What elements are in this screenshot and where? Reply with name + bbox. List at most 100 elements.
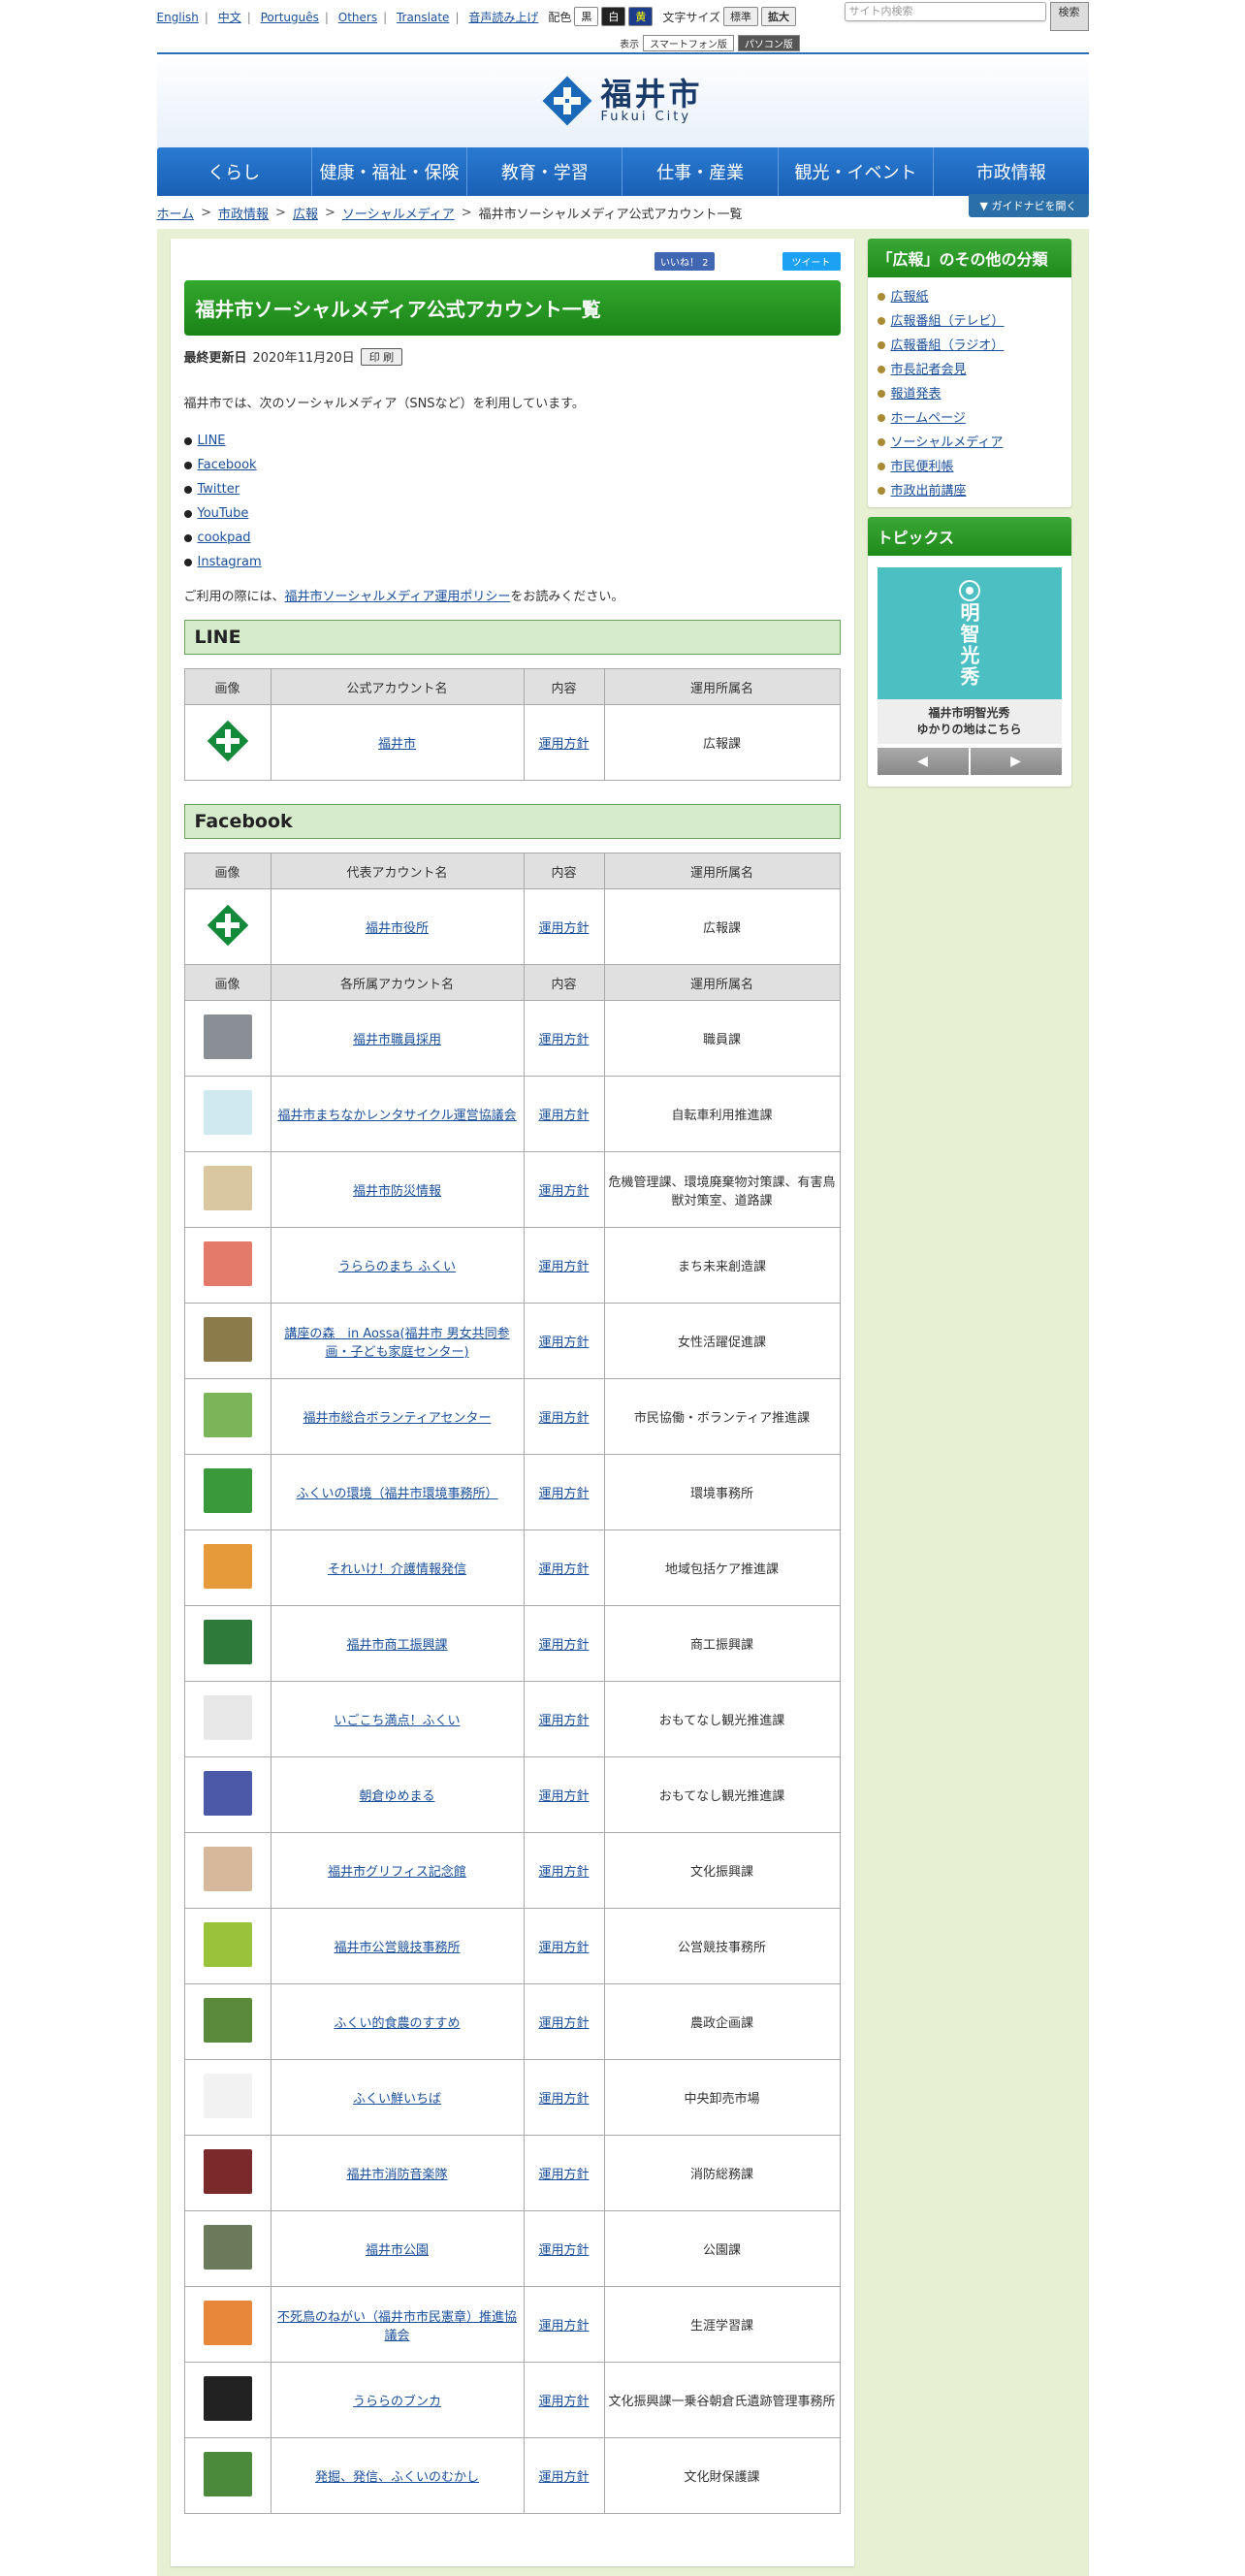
category-link[interactable]: 広報番組（テレビ） <box>891 314 1005 329</box>
account-link[interactable]: 福井市消防音楽隊 <box>346 2168 447 2182</box>
policy-link[interactable]: 運用方針 <box>538 1638 589 1653</box>
sns-link-instagram[interactable]: Instagram <box>198 555 262 569</box>
policy-link[interactable]: 運用方針 <box>538 2395 589 2409</box>
account-link[interactable]: うららのブンカ <box>353 2395 441 2409</box>
account-link[interactable]: うららのまち ふくい <box>338 1260 456 1274</box>
policy-link[interactable]: 運用方針 <box>538 1487 589 1501</box>
account-link[interactable]: 福井市役所 <box>366 921 429 936</box>
sns-link-cookpad[interactable]: cookpad <box>198 531 251 545</box>
color-black-button[interactable]: 黒 <box>574 7 599 26</box>
nav-education[interactable]: 教育・学習 <box>467 147 623 196</box>
site-logo[interactable]: 福井市 Fukui City <box>542 76 702 126</box>
policy-link[interactable]: 運用方針 <box>538 1562 589 1577</box>
smartphone-version-button[interactable]: スマートフォン版 <box>643 34 734 51</box>
search-button[interactable]: 検索 <box>1049 2 1089 31</box>
account-link[interactable]: 朝倉ゆめまる <box>359 1789 434 1804</box>
font-normal-button[interactable]: 標準 <box>723 7 758 26</box>
policy-link[interactable]: 運用方針 <box>538 2016 589 2031</box>
account-link[interactable]: ふくい的食農のすすめ <box>334 2016 460 2031</box>
account-link[interactable]: 福井市商工振興課 <box>346 1638 447 1653</box>
lang-others[interactable]: Others <box>338 11 377 24</box>
account-thumbnail <box>203 1240 252 1286</box>
sns-link-facebook[interactable]: Facebook <box>198 458 257 472</box>
account-name: 福井市公営競技事務所 <box>270 1908 525 1984</box>
policy-link[interactable]: 運用方針 <box>538 1789 589 1804</box>
policy-link[interactable]: 運用方針 <box>538 1941 589 1955</box>
color-white-button[interactable]: 白 <box>601 7 626 26</box>
account-link[interactable]: 講座の森 in Aossa(福井市 男女共同参画・子ども家庭センター) <box>284 1327 509 1360</box>
category-link[interactable]: 市民便利帳 <box>891 460 954 474</box>
policy-link[interactable]: 運用方針 <box>538 1714 589 1728</box>
breadcrumb-pr[interactable]: 広報 <box>293 204 318 222</box>
policy-link[interactable]: 運用方針 <box>538 921 589 936</box>
account-link[interactable]: 発掘、発信、ふくいのむかし <box>315 2470 479 2485</box>
department-cell: 中央卸売市場 <box>603 2059 841 2136</box>
breadcrumb-social-media[interactable]: ソーシャルメディア <box>342 204 455 222</box>
department-cell: 農政企画課 <box>603 1983 841 2060</box>
category-link[interactable]: 報道発表 <box>891 387 942 402</box>
account-link[interactable]: いごこち満点！ふくい <box>334 1714 460 1728</box>
search-input[interactable]: サイト内検索 <box>844 2 1046 21</box>
account-link[interactable]: それいけ！介護情報発信 <box>328 1562 466 1577</box>
policy-link[interactable]: 運用方針 <box>538 1336 589 1350</box>
policy-link[interactable]: 運用方針 <box>538 2243 589 2258</box>
policy-link[interactable]: 運用方針 <box>538 1260 589 1274</box>
color-yellow-button[interactable]: 黄 <box>628 7 654 26</box>
policy-link[interactable]: 運用方針 <box>538 2470 589 2485</box>
pc-version-button[interactable]: パソコン版 <box>737 34 800 51</box>
category-link[interactable]: ソーシャルメディア <box>891 435 1004 450</box>
slider-prev-button[interactable]: ◀ <box>877 748 969 775</box>
font-large-button[interactable]: 拡大 <box>761 7 796 26</box>
print-button[interactable]: 印 刷 <box>360 347 403 366</box>
policy-link[interactable]: 運用方針 <box>538 1109 589 1123</box>
account-link[interactable]: 福井市まちなかレンタサイクル運営協議会 <box>277 1109 516 1123</box>
nav-city-info[interactable]: 市政情報 <box>934 147 1088 196</box>
category-link[interactable]: 市政出前講座 <box>891 484 967 499</box>
content-cell: 運用方針 <box>523 1983 605 2060</box>
guide-navi-button[interactable]: ▼ ガイドナビを開く <box>968 194 1089 217</box>
policy-link[interactable]: 運用方針 <box>538 2168 589 2182</box>
voice-reading-link[interactable]: 音声読み上げ <box>468 11 538 24</box>
account-link[interactable]: 福井市グリフィス記念館 <box>328 1865 466 1880</box>
account-name: 講座の森 in Aossa(福井市 男女共同参画・子ども家庭センター) <box>270 1303 525 1379</box>
translate-link[interactable]: Translate <box>397 11 450 24</box>
sns-link-line[interactable]: LINE <box>198 434 226 448</box>
account-link[interactable]: 福井市公営競技事務所 <box>334 1941 460 1955</box>
account-link[interactable]: 福井市防災情報 <box>353 1184 441 1199</box>
tweet-button[interactable]: ツイート <box>782 252 841 271</box>
account-link[interactable]: 福井市職員採用 <box>353 1033 441 1047</box>
account-link[interactable]: ふくいの環境（福井市環境事務所） <box>296 1487 497 1501</box>
account-link[interactable]: 福井市総合ボランティアセンター <box>303 1411 492 1426</box>
nav-health-welfare[interactable]: 健康・福祉・保険 <box>312 147 468 196</box>
category-link[interactable]: 広報番組（ラジオ） <box>891 338 1005 353</box>
breadcrumb-home[interactable]: ホーム <box>157 204 195 222</box>
account-link[interactable]: ふくい鮮いちば <box>353 2092 441 2107</box>
category-link[interactable]: ホームページ <box>891 411 966 426</box>
nav-tourism-events[interactable]: 観光・イベント <box>779 147 935 196</box>
lang-chinese[interactable]: 中文 <box>218 11 241 24</box>
sns-link-youtube[interactable]: YouTube <box>198 506 249 521</box>
facebook-like-button[interactable]: いいね！ 2 <box>654 252 715 271</box>
policy-link[interactable]: 運用方針 <box>538 1411 589 1426</box>
topic-caption[interactable]: 福井市明智光秀 ゆかりの地はこちら <box>877 699 1062 744</box>
slider-next-button[interactable]: ▶ <box>970 748 1062 775</box>
account-link[interactable]: 福井市公園 <box>366 2243 429 2258</box>
lang-english[interactable]: English <box>157 11 199 24</box>
policy-link[interactable]: 運用方針 <box>538 1865 589 1880</box>
topic-banner-image[interactable]: 明智光秀 <box>877 567 1062 699</box>
account-link[interactable]: 福井市 <box>378 737 416 752</box>
nav-work-industry[interactable]: 仕事・産業 <box>622 147 779 196</box>
lang-portuguese[interactable]: Português <box>261 11 319 24</box>
breadcrumb-city-info[interactable]: 市政情報 <box>218 204 269 222</box>
policy-link[interactable]: 運用方針 <box>538 1184 589 1199</box>
policy-link[interactable]: 運用方針 <box>538 737 589 752</box>
policy-link[interactable]: 運用方針 <box>538 2092 589 2107</box>
policy-link[interactable]: 運用方針 <box>538 1033 589 1047</box>
policy-link[interactable]: 福井市ソーシャルメディア運用ポリシー <box>285 590 511 604</box>
category-link[interactable]: 市長記者会見 <box>891 363 967 377</box>
nav-kurashi[interactable]: くらし <box>157 147 312 196</box>
sns-link-twitter[interactable]: Twitter <box>198 482 240 497</box>
account-link[interactable]: 不死鳥のねがい（福井市市民憲章）推進協議会 <box>277 2310 517 2343</box>
category-link[interactable]: 広報紙 <box>891 290 929 305</box>
policy-link[interactable]: 運用方針 <box>538 2319 589 2334</box>
